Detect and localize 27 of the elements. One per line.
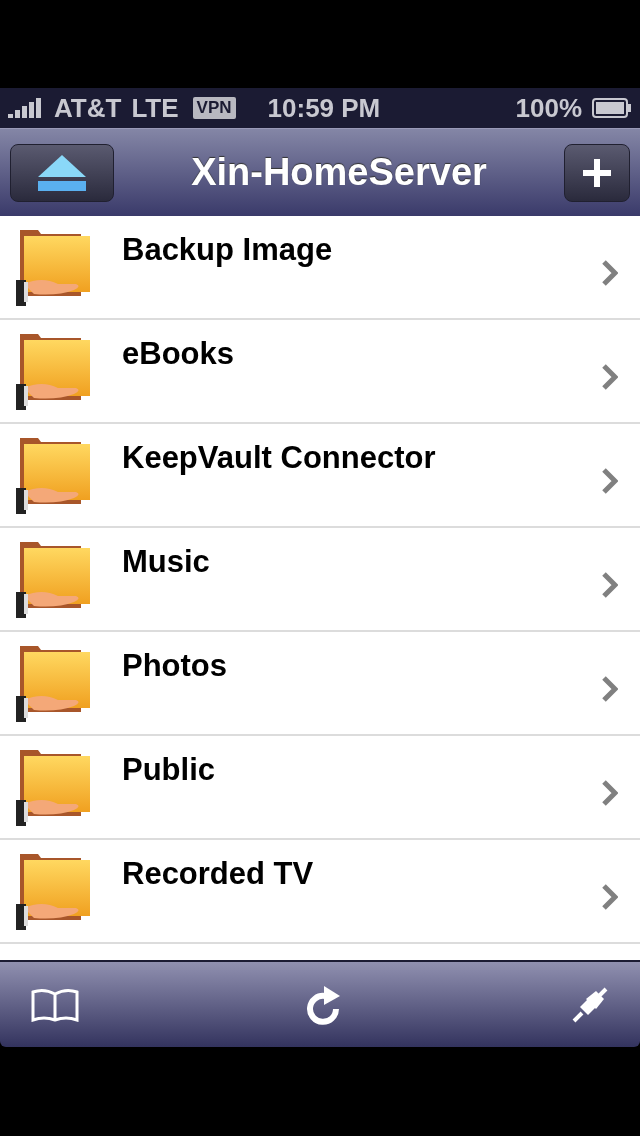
folder-name: Photos <box>122 648 229 684</box>
battery-percent: 100% <box>515 92 582 124</box>
network-type: LTE <box>131 92 179 124</box>
folder-name: Recorded TV <box>122 856 315 892</box>
add-button[interactable] <box>564 143 630 202</box>
chevron-icon <box>602 260 618 286</box>
folder-name: Backup Image <box>122 232 334 268</box>
folder-name: KeepVault Connector <box>122 440 437 476</box>
eject-button[interactable] <box>10 143 114 202</box>
vpn-badge: VPN <box>192 97 236 119</box>
plus-icon <box>583 158 611 187</box>
chevron-icon <box>602 572 618 598</box>
chevron-icon <box>602 884 618 910</box>
signal-icon <box>8 98 44 118</box>
folder-name: Public <box>122 752 216 788</box>
nav-title: Xin-HomeServer <box>190 151 488 194</box>
book-icon <box>30 987 80 1022</box>
folder-name: eBooks <box>122 336 235 372</box>
clock: 10:59 PM <box>267 92 381 124</box>
chevron-icon <box>602 364 618 390</box>
folder-name: Music <box>122 544 211 580</box>
chevron-icon <box>602 676 618 702</box>
bookmarks-button[interactable] <box>30 987 80 1022</box>
chevron-icon <box>602 468 618 494</box>
battery-icon <box>592 98 632 118</box>
chevron-icon <box>602 780 618 806</box>
carrier: AT&T <box>54 92 122 124</box>
